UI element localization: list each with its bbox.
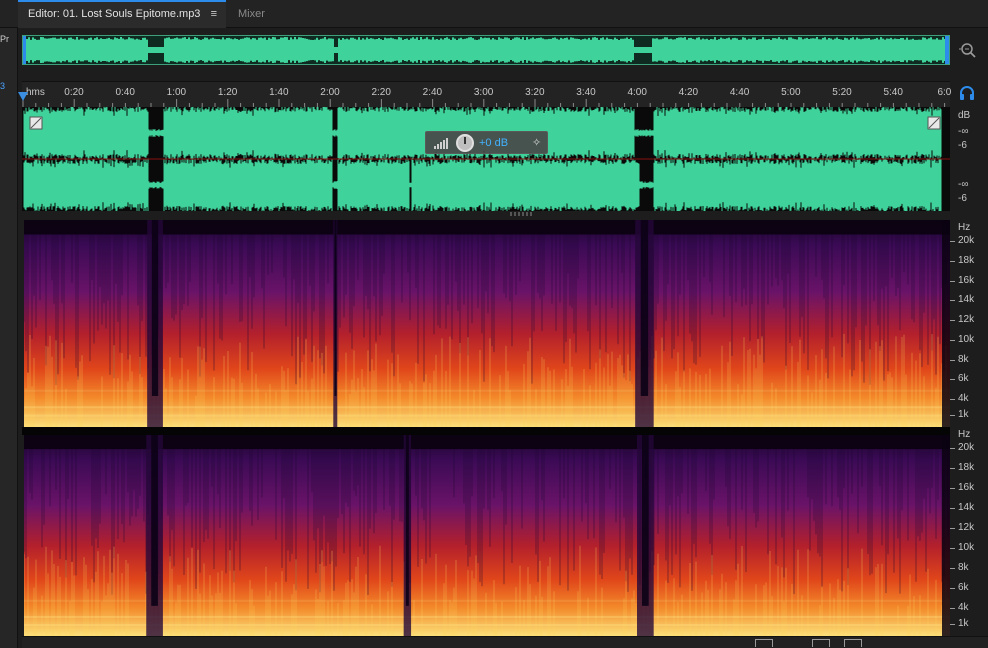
frequency-tick: [950, 300, 955, 302]
frequency-label: 12k: [958, 314, 975, 325]
ruler-tick-marks: [22, 99, 946, 108]
overview-waveform: [23, 36, 949, 64]
frequency-tick: [950, 359, 955, 361]
frequency-unit: Hz: [958, 222, 971, 233]
frequency-tick: [950, 468, 955, 469]
amplitude-label: -6: [958, 193, 967, 204]
frequency-label: 1k: [958, 409, 969, 420]
frequency-label: 18k: [958, 254, 975, 266]
frequency-label: 1k: [958, 618, 969, 629]
editor-tab-bar: Editor: 01. Lost Souls Epitome.mp3 ≡ Mix…: [0, 0, 988, 28]
frequency-tick: [950, 568, 955, 569]
left-panel-edge-text: 3: [0, 81, 6, 91]
frequency-tick: [950, 280, 955, 282]
frequency-tick: [950, 448, 955, 449]
pin-icon[interactable]: ✧: [532, 136, 541, 149]
playhead-marker[interactable]: [18, 92, 28, 101]
frequency-label: 6k: [958, 373, 969, 385]
spectrogram-channel-2[interactable]: [24, 435, 950, 636]
toolbar-button[interactable]: [812, 639, 830, 647]
frequency-tick: [950, 241, 955, 242]
tab-mixer-label: Mixer: [238, 8, 265, 20]
volume-knob[interactable]: [456, 134, 474, 152]
frequency-label: 10k: [958, 542, 975, 553]
frequency-tick: [950, 528, 955, 529]
spectrogram-image: [24, 220, 950, 427]
frequency-tick: [950, 260, 955, 262]
amplitude-unit: dB: [958, 110, 971, 121]
frequency-unit: Hz: [958, 429, 971, 440]
frequency-label: 6k: [958, 582, 969, 593]
frequency-label: 20k: [958, 235, 975, 246]
frequency-tick: [950, 399, 955, 400]
amplitude-label: -∞: [958, 179, 969, 190]
frequency-tick: [950, 588, 955, 589]
frequency-tick: [950, 548, 955, 549]
frequency-scale-2[interactable]: Hz 20k 18k 16k 14k 12k 10k 8k 6k 4k 1k: [950, 427, 988, 636]
tab-menu-icon[interactable]: ≡: [211, 2, 217, 27]
spectrogram-channel-1[interactable]: [24, 220, 950, 427]
toolbar-button[interactable]: [755, 639, 773, 647]
waveform-resize-handle[interactable]: [510, 212, 534, 216]
tab-editor[interactable]: Editor: 01. Lost Souls Epitome.mp3 ≡: [18, 0, 226, 28]
toolbar-button[interactable]: [844, 639, 862, 647]
amplitude-label: -∞: [958, 126, 969, 137]
frequency-tick: [950, 415, 955, 416]
tab-editor-label: Editor: 01. Lost Souls Epitome.mp3: [28, 8, 201, 20]
frequency-label: 20k: [958, 442, 975, 453]
channel-divider: [22, 427, 950, 435]
frequency-label: 16k: [958, 274, 975, 286]
amplitude-hud[interactable]: +0 dB ✧: [425, 131, 548, 154]
frequency-label: 12k: [958, 522, 975, 533]
amplitude-label: -6: [958, 140, 967, 151]
frequency-label: 14k: [958, 502, 975, 513]
waveform-channels: [22, 107, 950, 211]
tab-mixer[interactable]: Mixer: [228, 0, 275, 28]
spectrogram-image: [24, 435, 950, 636]
frequency-tick: [950, 320, 955, 321]
amplitude-scale[interactable]: dB -∞ -6 -∞ -6: [950, 107, 988, 211]
time-ruler[interactable]: hms 0:20 0:40 1:00 1:20 1:40 2:00 2:20 2:40 3:00…: [22, 81, 951, 108]
frequency-tick: [950, 488, 955, 489]
waveform-display[interactable]: [22, 107, 950, 211]
frequency-label: 18k: [958, 462, 975, 473]
bottom-toolbar: [22, 636, 988, 648]
left-panel-edge: Pr 3: [0, 28, 18, 648]
zoom-icon[interactable]: [958, 40, 978, 60]
frequency-label: 4k: [958, 602, 969, 613]
frequency-label: 10k: [958, 333, 975, 345]
left-panel-edge-text: Pr: [0, 34, 9, 44]
frequency-tick: [950, 624, 955, 625]
frequency-scale-1[interactable]: Hz 20k 18k 16k 14k 12k 10k 8k 6k 4k 1k: [950, 220, 988, 427]
frequency-tick: [950, 379, 955, 381]
frequency-label: 8k: [958, 353, 969, 365]
frequency-label: 16k: [958, 482, 975, 493]
frequency-tick: [950, 339, 955, 341]
frequency-label: 8k: [958, 562, 969, 573]
frequency-tick: [950, 508, 955, 509]
frequency-tick: [950, 608, 955, 609]
level-meter-icon: [434, 138, 448, 149]
overview-navigator[interactable]: [22, 35, 950, 65]
headphones-icon[interactable]: [959, 85, 975, 101]
frequency-label: 14k: [958, 294, 975, 306]
volume-value[interactable]: +0 dB: [479, 137, 508, 149]
frequency-label: 4k: [958, 393, 969, 404]
